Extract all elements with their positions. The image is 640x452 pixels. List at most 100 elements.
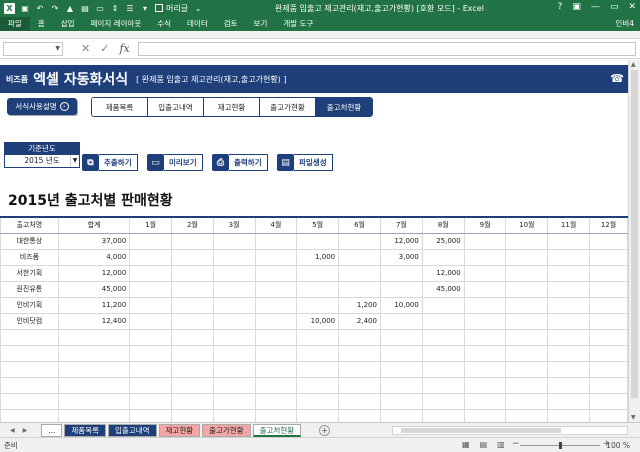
worksheet[interactable]: 비즈폼 엑셀 자동화서식 [ 완제품 입출고 재고관리(재고,출고가현황) ] … [0, 60, 628, 452]
value-cell[interactable] [421, 296, 465, 314]
value-cell[interactable] [254, 392, 298, 410]
name-box[interactable]: ▼ [3, 41, 63, 56]
value-cell[interactable]: 37,000 [57, 232, 131, 250]
value-cell[interactable] [254, 360, 298, 378]
list-control-icon[interactable]: ☰ [125, 3, 135, 13]
value-cell[interactable] [171, 264, 214, 282]
header-checkbox[interactable] [155, 4, 163, 12]
undo-icon[interactable]: ↶ [35, 3, 45, 13]
value-cell[interactable] [254, 264, 298, 282]
value-cell[interactable] [338, 360, 381, 378]
value-cell[interactable] [171, 360, 214, 378]
vertical-scrollbar[interactable]: ▲ ▼ [628, 60, 640, 422]
value-cell[interactable] [129, 248, 173, 266]
destination-cell[interactable] [0, 360, 59, 378]
value-cell[interactable] [57, 344, 131, 362]
value-cell[interactable] [421, 360, 465, 378]
value-cell[interactable] [589, 280, 628, 298]
value-cell[interactable]: 12,000 [379, 232, 423, 250]
button-control-icon[interactable]: ▭ [95, 3, 105, 13]
value-cell[interactable] [589, 360, 628, 378]
create-file-button[interactable]: ▤ 파일생성 [277, 154, 333, 171]
value-cell[interactable] [421, 312, 465, 330]
value-cell[interactable] [254, 296, 298, 314]
user-name[interactable]: 인비4 [615, 18, 634, 29]
sheet-prev-icon[interactable]: ◀ [10, 427, 15, 434]
scroll-up-icon[interactable]: ▲ [631, 61, 636, 68]
value-cell[interactable] [254, 344, 298, 362]
value-cell[interactable]: 1,000 [296, 248, 340, 266]
destination-cell[interactable]: 인비기획 [0, 296, 59, 314]
value-cell[interactable] [547, 312, 590, 330]
base-year-select[interactable]: 2015 년도 ▼ [5, 155, 79, 167]
maximize-icon[interactable]: ▭ [610, 2, 619, 12]
value-cell[interactable] [212, 312, 256, 330]
value-cell[interactable]: 45,000 [421, 280, 465, 298]
sheet-tab[interactable]: ... [41, 423, 63, 437]
destination-cell[interactable]: 원진유통 [0, 280, 59, 298]
value-cell[interactable] [589, 312, 628, 330]
value-cell[interactable] [547, 248, 590, 266]
ribbon-display-icon[interactable]: ▣ [572, 2, 581, 12]
horizontal-scroll-thumb[interactable] [401, 428, 561, 433]
help-icon[interactable]: ? [558, 2, 563, 12]
value-cell[interactable] [57, 392, 131, 410]
value-cell[interactable] [379, 376, 423, 394]
value-cell[interactable] [463, 376, 507, 394]
usage-guide-button[interactable]: 서식사용설명 › [7, 98, 77, 115]
value-cell[interactable] [589, 248, 628, 266]
value-cell[interactable] [338, 280, 381, 298]
value-cell[interactable] [338, 248, 381, 266]
value-cell[interactable] [505, 296, 549, 314]
value-cell[interactable] [171, 328, 214, 346]
nav-tab-stock-status[interactable]: 재고현황 [204, 98, 260, 116]
value-cell[interactable] [421, 248, 465, 266]
value-cell[interactable] [171, 232, 214, 250]
ribbon-tab-review[interactable]: 검토 [216, 17, 246, 31]
value-cell[interactable]: 10,000 [379, 296, 423, 314]
value-cell[interactable] [296, 232, 340, 250]
value-cell[interactable] [379, 344, 423, 362]
value-cell[interactable] [421, 392, 465, 410]
preview-button[interactable]: ▭ 미리보기 [147, 154, 203, 171]
value-cell[interactable] [171, 376, 214, 394]
value-cell[interactable] [505, 312, 549, 330]
value-cell[interactable] [547, 264, 590, 282]
destination-cell[interactable]: 서한기획 [0, 264, 59, 282]
combo-control-icon[interactable]: ▾ [140, 3, 150, 13]
zoom-out-icon[interactable]: − [512, 439, 520, 449]
value-cell[interactable] [212, 376, 256, 394]
ribbon-tab-home[interactable]: 홈 [30, 17, 53, 31]
value-cell[interactable] [338, 392, 381, 410]
value-cell[interactable] [463, 248, 507, 266]
sheet-tab[interactable]: 재고현황 [158, 423, 201, 437]
horizontal-scrollbar[interactable] [392, 426, 628, 435]
value-cell[interactable] [171, 248, 214, 266]
value-cell[interactable] [129, 232, 173, 250]
redo-icon[interactable]: ↷ [50, 3, 60, 13]
value-cell[interactable] [463, 312, 507, 330]
add-sheet-button[interactable]: + [319, 424, 331, 436]
sheet-tab[interactable]: 출고가현황 [202, 423, 251, 437]
value-cell[interactable] [212, 232, 256, 250]
select-icon[interactable]: ▲ [65, 3, 75, 13]
value-cell[interactable] [421, 344, 465, 362]
destination-cell[interactable]: 인비닷컴 [0, 312, 59, 330]
zoom-slider[interactable] [520, 442, 600, 449]
chevron-down-icon[interactable]: ▼ [70, 155, 79, 167]
value-cell[interactable] [463, 280, 507, 298]
value-cell[interactable] [547, 280, 590, 298]
destination-cell[interactable]: 대한통상 [0, 232, 59, 250]
value-cell[interactable] [379, 280, 423, 298]
ribbon-tab-data[interactable]: 데이터 [179, 17, 216, 31]
destination-cell[interactable] [0, 344, 59, 362]
sheet-tab[interactable]: 입출고내역 [108, 423, 157, 437]
value-cell[interactable] [379, 392, 423, 410]
value-cell[interactable] [379, 360, 423, 378]
value-cell[interactable] [463, 232, 507, 250]
value-cell[interactable] [129, 280, 173, 298]
print-button[interactable]: ⎙ 출력하기 [212, 154, 268, 171]
value-cell[interactable] [129, 344, 173, 362]
ribbon-tab-page-layout[interactable]: 페이지 레이아웃 [83, 17, 150, 31]
value-cell[interactable] [212, 360, 256, 378]
